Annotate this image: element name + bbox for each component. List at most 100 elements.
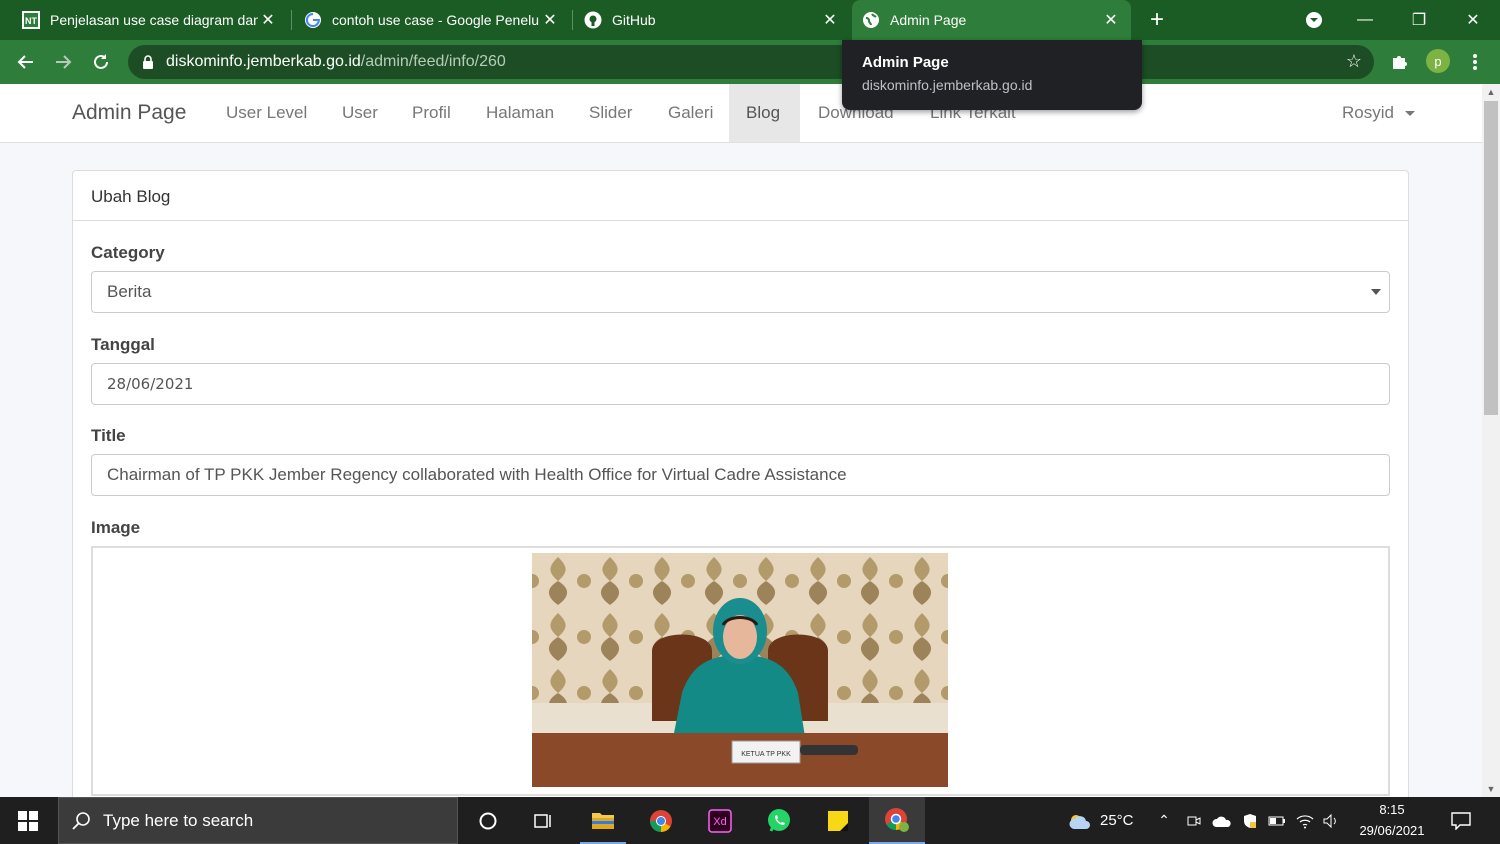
browser-toolbar: diskominfo.jemberkab.go.id/admin/feed/in… — [0, 40, 1500, 84]
chrome-taskbar-button[interactable] — [638, 797, 684, 844]
nav-halaman[interactable]: Halaman — [469, 84, 571, 142]
chrome-profile-taskbar-button[interactable] — [869, 797, 925, 844]
sticky-notes-icon — [828, 810, 848, 831]
new-tab-button[interactable]: + — [1134, 0, 1180, 40]
select-caret-icon — [1371, 289, 1381, 295]
title-value: Chairman of TP PKK Jember Regency collab… — [107, 465, 847, 484]
extensions-button[interactable] — [1385, 48, 1413, 76]
image-caption: KETUA TP PKK — [741, 751, 791, 758]
title-label: Title — [91, 426, 126, 445]
chrome-icon — [650, 809, 672, 832]
url-path: /admin/feed/info/260 — [360, 53, 506, 70]
task-view-button[interactable] — [520, 797, 566, 844]
whatsapp-button[interactable] — [756, 797, 802, 844]
scrollbar-thumb[interactable] — [1484, 101, 1498, 415]
adobe-xd-icon: Xd — [708, 808, 732, 833]
url-host: diskominfo.jemberkab.go.id — [166, 53, 361, 70]
profile-avatar[interactable]: p — [1426, 49, 1450, 73]
site-icon: NT — [22, 11, 40, 29]
volume-icon[interactable] — [1320, 797, 1342, 844]
caret-down-icon — [1404, 111, 1415, 117]
category-select[interactable]: Berita — [91, 271, 1390, 313]
menu-button[interactable] — [1461, 48, 1489, 76]
tab-title: Admin Page — [890, 12, 967, 28]
tab-github[interactable]: GitHub ✕ — [576, 0, 848, 40]
puzzle-icon — [1393, 56, 1407, 69]
back-button[interactable] — [12, 48, 40, 76]
chevron-down-icon — [1306, 12, 1322, 28]
tab-title: GitHub — [612, 12, 656, 28]
nav-blog[interactable]: Blog — [729, 84, 800, 142]
date-input[interactable]: 28/06/2021 — [91, 363, 1390, 405]
close-tab-icon[interactable]: ✕ — [820, 10, 840, 30]
nav-galeri[interactable]: Galeri — [651, 84, 730, 142]
reload-button[interactable] — [87, 48, 115, 76]
nav-user[interactable]: User — [325, 84, 395, 142]
tab-admin-page[interactable]: Admin Page ✕ — [852, 0, 1131, 40]
adobe-xd-button[interactable]: Xd — [697, 797, 743, 844]
windows-taskbar: Type here to search Xd 25°C ⌃ 8:15 29/06… — [0, 797, 1500, 844]
tooltip-title: Admin Page — [862, 54, 949, 71]
notification-center-button[interactable] — [1446, 797, 1476, 844]
tab-hover-tooltip: Admin Page diskominfo.jemberkab.go.id — [842, 40, 1142, 110]
scroll-up-icon[interactable]: ▲ — [1482, 84, 1500, 100]
clock-date[interactable]: 29/06/2021 — [1352, 823, 1432, 838]
clock-time[interactable]: 8:15 — [1352, 802, 1432, 817]
restore-button[interactable]: ❐ — [1396, 0, 1442, 40]
windows-icon — [18, 810, 38, 831]
tooltip-host: diskominfo.jemberkab.go.id — [862, 77, 1033, 93]
tab-title: contoh use case - Google Penelu — [332, 12, 540, 28]
panel-heading: Ubah Blog — [73, 171, 1408, 221]
task-view-icon — [534, 813, 551, 828]
arrow-left-icon — [17, 55, 33, 69]
search-icon — [72, 811, 90, 830]
address-bar[interactable]: diskominfo.jemberkab.go.id/admin/feed/in… — [128, 45, 1374, 79]
category-label: Category — [91, 243, 165, 262]
bookmark-star-icon[interactable]: ☆ — [1346, 51, 1362, 72]
notification-icon — [1451, 811, 1471, 830]
weather-icon[interactable] — [1065, 797, 1095, 844]
close-tab-icon[interactable]: ✕ — [540, 10, 560, 30]
close-tab-icon[interactable]: ✕ — [258, 10, 278, 30]
sticky-notes-button[interactable] — [815, 797, 861, 844]
cortana-button[interactable] — [465, 797, 511, 844]
taskbar-search[interactable]: Type here to search — [58, 797, 458, 844]
tab-title: Penjelasan use case diagram dan — [50, 12, 258, 28]
scroll-down-icon[interactable]: ▼ — [1482, 781, 1500, 797]
nav-slider[interactable]: Slider — [572, 84, 649, 142]
blog-image: KETUA TP PKK — [532, 553, 948, 787]
tab-strip: NT Penjelasan use case diagram dan ✕ con… — [0, 0, 1500, 40]
tab-separator — [572, 10, 573, 30]
navbar-brand[interactable]: Admin Page — [72, 101, 186, 125]
close-window-button[interactable]: ✕ — [1450, 0, 1496, 40]
kebab-menu-icon — [1473, 54, 1477, 70]
file-explorer-button[interactable] — [580, 797, 626, 844]
lock-icon — [143, 55, 153, 69]
page-scrollbar[interactable]: ▲ ▼ — [1482, 84, 1500, 797]
tab-penjelasan[interactable]: NT Penjelasan use case diagram dan ✕ — [14, 0, 286, 40]
weather-temp[interactable]: 25°C — [1100, 812, 1134, 829]
svg-text:NT: NT — [25, 16, 37, 26]
nav-user-level[interactable]: User Level — [209, 84, 324, 142]
image-preview-box[interactable]: KETUA TP PKK — [91, 546, 1390, 796]
tab-google-search[interactable]: contoh use case - Google Penelu ✕ — [296, 0, 568, 40]
admin-navbar: Admin Page User Level User Profil Halama… — [0, 84, 1482, 143]
onedrive-icon[interactable] — [1209, 797, 1235, 844]
svg-text:Xd: Xd — [713, 816, 726, 828]
meet-now-icon[interactable] — [1183, 797, 1205, 844]
battery-icon[interactable] — [1266, 797, 1288, 844]
start-button[interactable] — [0, 797, 56, 844]
tray-chevron-up-icon[interactable]: ⌃ — [1153, 797, 1175, 844]
close-tab-icon[interactable]: ✕ — [1101, 10, 1121, 30]
nav-profil[interactable]: Profil — [395, 84, 468, 142]
user-menu[interactable]: Rosyid — [1342, 84, 1415, 142]
forward-button[interactable] — [49, 48, 77, 76]
arrow-right-icon — [56, 55, 72, 69]
security-icon[interactable] — [1239, 797, 1261, 844]
wifi-icon[interactable] — [1294, 797, 1316, 844]
tab-search-button[interactable] — [1291, 0, 1337, 40]
image-label: Image — [91, 518, 141, 537]
minimize-button[interactable]: — — [1342, 0, 1388, 40]
folder-icon — [592, 812, 614, 829]
title-input[interactable]: Chairman of TP PKK Jember Regency collab… — [91, 454, 1390, 496]
